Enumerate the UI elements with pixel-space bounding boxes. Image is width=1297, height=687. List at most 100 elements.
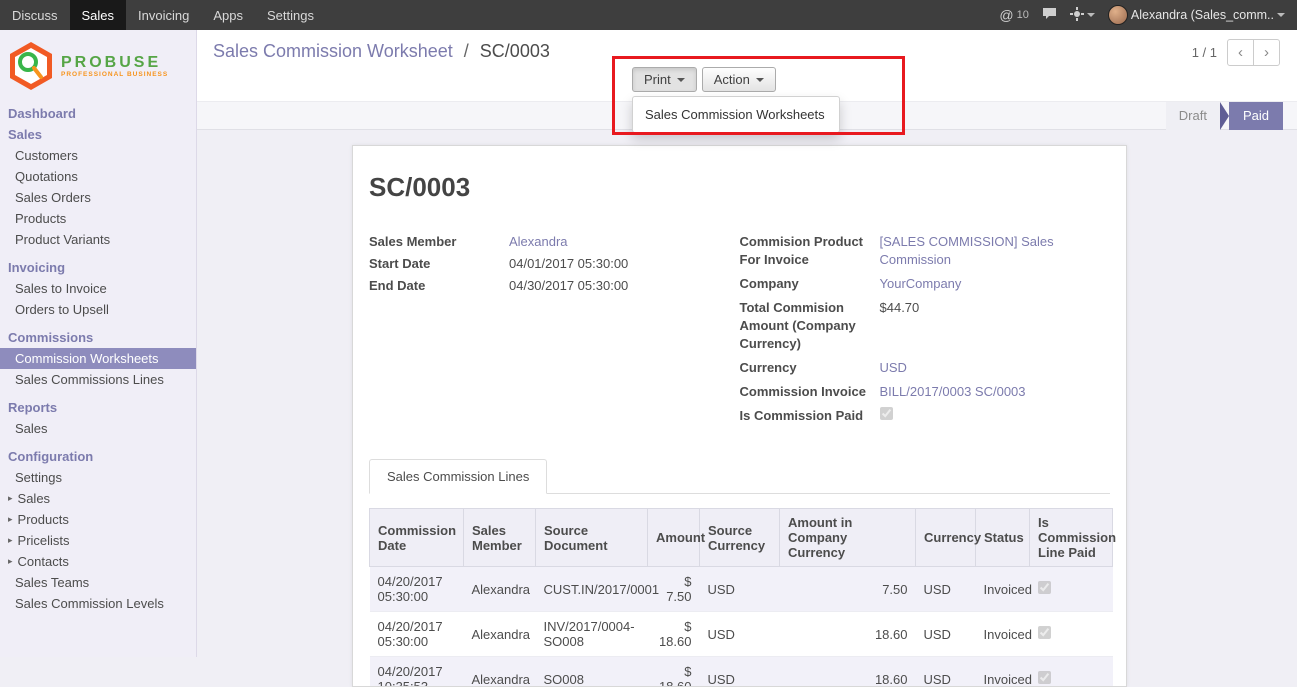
table-row[interactable]: 04/20/2017 10:35:53 Alexandra SO008 $ 18… (370, 657, 1113, 687)
is-commission-paid-label: Is Commission Paid (740, 407, 880, 425)
sidebar-item-product-variants[interactable]: Product Variants (0, 229, 196, 250)
sidebar-item-config-sales[interactable]: ▸ Sales (0, 488, 196, 509)
chevron-right-icon: ▸ (8, 493, 13, 504)
col-is-commission-line-paid: Is Commission Line Paid (1030, 509, 1113, 567)
cell-source: CUST.IN/2017/0001 (536, 567, 648, 612)
sidebar-item-contacts[interactable]: ▸ Contacts (0, 551, 196, 572)
cell-paid (1030, 567, 1113, 612)
sidebar-item-pricelists[interactable]: ▸ Pricelists (0, 530, 196, 551)
cell-status: Invoiced (976, 567, 1030, 612)
status-arrow-icon (1220, 102, 1229, 130)
sidebar-item-sales-teams[interactable]: Sales Teams (0, 572, 196, 593)
breadcrumb-separator: / (464, 41, 469, 61)
col-currency: Currency (916, 509, 976, 567)
menu-settings[interactable]: Settings (255, 0, 326, 30)
cell-paid (1030, 657, 1113, 687)
sidebar-item-config-products[interactable]: ▸ Products (0, 509, 196, 530)
currency-label: Currency (740, 359, 880, 377)
mentions-button[interactable]: @ 10 (999, 7, 1028, 23)
topbar: Discuss Sales Invoicing Apps Settings @ … (0, 0, 1297, 30)
statusbar: Draft Paid (1166, 102, 1283, 131)
cell-amount-company: 18.60 (780, 657, 916, 687)
cell-date: 04/20/2017 05:30:00 (370, 612, 464, 657)
commission-product-label: Commision Product For Invoice (740, 233, 880, 269)
avatar (1108, 5, 1128, 25)
action-button[interactable]: Action (702, 67, 776, 92)
cell-currency: USD (916, 612, 976, 657)
pager-next-button[interactable]: › (1253, 39, 1280, 66)
chat-icon (1042, 7, 1057, 23)
line-paid-checkbox (1038, 626, 1051, 639)
sidebar-item-settings[interactable]: Settings (0, 467, 196, 488)
sidebar-heading-dashboard[interactable]: Dashboard (0, 103, 196, 124)
table-row[interactable]: 04/20/2017 05:30:00 Alexandra INV/2017/0… (370, 612, 1113, 657)
commission-product-value[interactable]: [SALES COMMISSION] Sales Commission (880, 233, 1111, 269)
form-sheet: SC/0003 Sales Member Alexandra Start Dat… (352, 145, 1127, 687)
print-button[interactable]: Print (632, 67, 697, 92)
notebook-tabs: Sales Commission Lines (369, 459, 1110, 494)
menu-apps[interactable]: Apps (201, 0, 255, 30)
col-source-document: Source Document (536, 509, 648, 567)
sidebar-item-reports-sales[interactable]: Sales (0, 418, 196, 439)
sidebar-item-commission-worksheets[interactable]: Commission Worksheets (0, 348, 196, 369)
cell-source-currency: USD (700, 657, 780, 687)
status-draft[interactable]: Draft (1166, 102, 1220, 131)
cell-currency: USD (916, 567, 976, 612)
total-commission-value: $44.70 (880, 299, 920, 353)
sidebar-item-products[interactable]: Products (0, 208, 196, 229)
sidebar-item-label: Sales (18, 491, 51, 506)
chevron-down-icon (1277, 13, 1285, 17)
currency-value[interactable]: USD (880, 359, 907, 377)
tab-sales-commission-lines[interactable]: Sales Commission Lines (369, 459, 547, 494)
sidebar-item-customers[interactable]: Customers (0, 145, 196, 166)
content-area: SC/0003 Sales Member Alexandra Start Dat… (197, 130, 1297, 657)
sidebar-item-quotations[interactable]: Quotations (0, 166, 196, 187)
cell-date: 04/20/2017 05:30:00 (370, 567, 464, 612)
commission-invoice-value[interactable]: BILL/2017/0003 SC/0003 (880, 383, 1026, 401)
menu-discuss[interactable]: Discuss (0, 0, 70, 30)
user-label: Alexandra (Sales_comm.. (1131, 8, 1274, 22)
debug-menu-button[interactable] (1070, 7, 1095, 24)
col-status: Status (976, 509, 1030, 567)
cell-status: Invoiced (976, 612, 1030, 657)
cell-amount: $ 18.60 (648, 657, 700, 687)
cell-member: Alexandra (464, 657, 536, 687)
mention-count: 10 (1017, 9, 1029, 21)
sidebar-item-sales-commission-levels[interactable]: Sales Commission Levels (0, 593, 196, 614)
status-paid-active[interactable]: Paid (1229, 102, 1283, 131)
sidebar-item-sales-to-invoice[interactable]: Sales to Invoice (0, 278, 196, 299)
start-date-label: Start Date (369, 255, 509, 273)
sidebar-heading-configuration[interactable]: Configuration (0, 446, 196, 467)
sidebar-heading-commissions[interactable]: Commissions (0, 327, 196, 348)
logo-hexagon-icon (8, 41, 54, 91)
brand-tagline: PROFESSIONAL BUSINESS (61, 71, 168, 78)
sidebar-item-orders-to-upsell[interactable]: Orders to Upsell (0, 299, 196, 320)
pager-text: 1 / 1 (1192, 45, 1217, 60)
brand-text: PROBUSE (61, 54, 168, 72)
cell-member: Alexandra (464, 567, 536, 612)
action-buttons: Print Action (632, 67, 776, 92)
user-menu-button[interactable]: Alexandra (Sales_comm.. (1108, 5, 1285, 25)
sidebar-heading-sales[interactable]: Sales (0, 124, 196, 145)
dropdown-item-sales-commission-worksheets[interactable]: Sales Commission Worksheets (633, 102, 839, 127)
right-field-group: Commision Product For Invoice [SALES COM… (740, 233, 1111, 431)
sidebar-heading-reports[interactable]: Reports (0, 397, 196, 418)
action-button-label: Action (714, 72, 750, 87)
pager-previous-button[interactable]: ‹ (1227, 39, 1254, 66)
print-button-label: Print (644, 72, 671, 87)
sales-member-value[interactable]: Alexandra (509, 233, 568, 251)
sidebar-heading-invoicing[interactable]: Invoicing (0, 257, 196, 278)
is-commission-paid-checkbox (880, 407, 893, 420)
table-row[interactable]: 04/20/2017 05:30:00 Alexandra CUST.IN/20… (370, 567, 1113, 612)
print-dropdown: Sales Commission Worksheets (632, 96, 840, 133)
menu-sales[interactable]: Sales (70, 0, 127, 30)
cell-amount-company: 18.60 (780, 612, 916, 657)
sidebar-item-sales-commissions-lines[interactable]: Sales Commissions Lines (0, 369, 196, 390)
col-commission-date: Commission Date (370, 509, 464, 567)
messages-button[interactable] (1042, 7, 1057, 23)
company-value[interactable]: YourCompany (880, 275, 962, 293)
menu-invoicing[interactable]: Invoicing (126, 0, 201, 30)
sidebar: PROBUSE PROFESSIONAL BUSINESS Dashboard … (0, 30, 197, 657)
sidebar-item-sales-orders[interactable]: Sales Orders (0, 187, 196, 208)
breadcrumb-parent[interactable]: Sales Commission Worksheet (213, 41, 453, 61)
